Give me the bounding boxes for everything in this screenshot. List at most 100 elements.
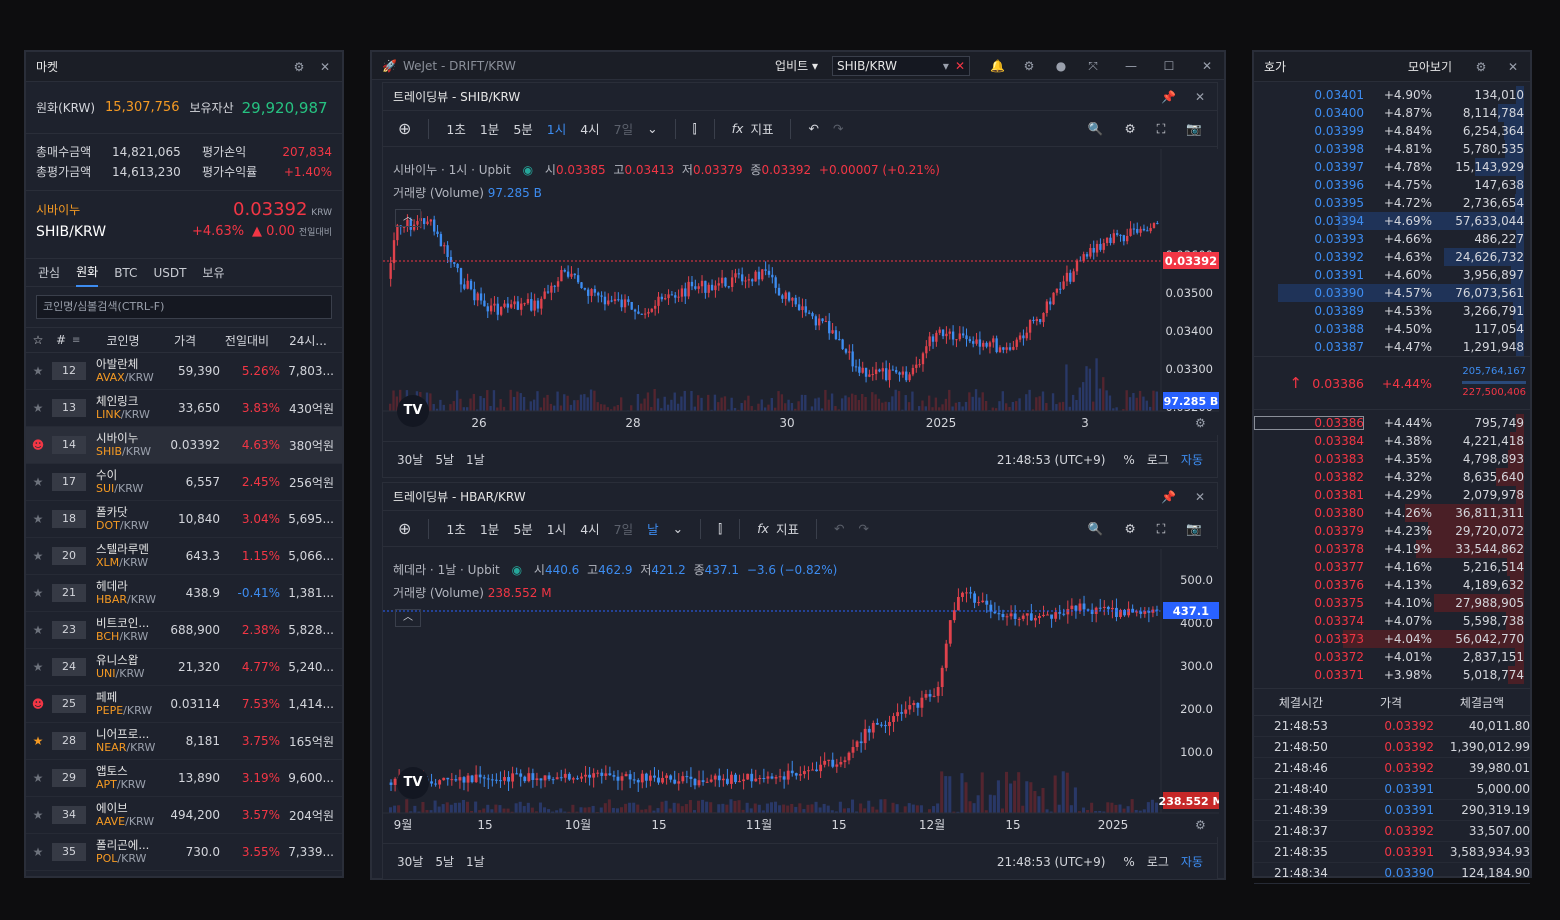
ask-row[interactable]: 0.03393 +4.66% 486,227 [1254, 230, 1530, 248]
col-num[interactable]: # [50, 333, 72, 347]
col-change[interactable]: 전일대비 [216, 332, 278, 349]
zoom-icon[interactable]: 🔍 [1088, 121, 1104, 137]
close-icon[interactable]: ✕ [1200, 59, 1214, 73]
bid-row[interactable]: 0.03376 +4.13% 4,189,632 [1254, 576, 1530, 594]
ask-row[interactable]: 0.03389 +4.53% 3,266,791 [1254, 302, 1530, 320]
percent-toggle[interactable]: % [1123, 855, 1134, 869]
zoom-icon[interactable]: 🔍 [1088, 521, 1104, 537]
ask-row[interactable]: 0.03392 +4.63% 24,626,732 [1254, 248, 1530, 266]
star-icon[interactable]: ★ [26, 364, 50, 378]
bid-row[interactable]: 0.03378 +4.19% 33,544,862 [1254, 540, 1530, 558]
settings-icon[interactable]: ⚙ [1124, 121, 1135, 136]
clear-icon[interactable]: ✕ [955, 57, 965, 75]
fullscreen-icon[interactable]: ⛶ [1157, 121, 1166, 137]
dropdown-icon[interactable]: ▾ [943, 57, 949, 75]
bid-row[interactable]: 0.03382 +4.32% 8,635,640 [1254, 468, 1530, 486]
interval-7d[interactable]: 7일 [614, 519, 633, 538]
compress-icon[interactable]: ⤧ [1086, 59, 1100, 73]
ask-row[interactable]: 0.03401 +4.90% 134,010 [1254, 86, 1530, 104]
table-row[interactable]: ★ 29 앱토스 APT/KRW 13,890 3.19% 9,600... [26, 760, 342, 797]
table-row[interactable]: ★ 24 유니스왑 UNI/KRW 21,320 4.77% 5,240... [26, 649, 342, 686]
interval-4h[interactable]: 4시 [580, 519, 599, 538]
ask-row[interactable]: 0.03399 +4.84% 6,254,364 [1254, 122, 1530, 140]
table-row[interactable]: ★ 18 폴카닷 DOT/KRW 10,840 3.04% 5,695... [26, 501, 342, 538]
bid-row[interactable]: 0.03379 +4.23% 29,720,072 [1254, 522, 1530, 540]
table-row[interactable]: ★ 20 스텔라루멘 XLM/KRW 643.3 1.15% 5,066... [26, 538, 342, 575]
table-row[interactable]: ☻ 25 페페 PEPE/KRW 0.03114 7.53% 1,414... [26, 686, 342, 723]
bid-row[interactable]: 0.03380 +4.26% 36,811,311 [1254, 504, 1530, 522]
percent-toggle[interactable]: % [1123, 453, 1134, 467]
fullscreen-icon[interactable]: ⛶ [1157, 521, 1166, 537]
bid-row[interactable]: 0.03375 +4.10% 27,988,905 [1254, 594, 1530, 612]
col-volume[interactable]: 24시... [278, 332, 338, 349]
interval-1m[interactable]: 1분 [480, 519, 499, 538]
star-icon[interactable]: ★ [26, 549, 50, 563]
range-1d[interactable]: 1날 [466, 451, 485, 468]
range-30d[interactable]: 30날 [397, 451, 423, 468]
interval-1m[interactable]: 1분 [480, 119, 499, 138]
close-icon[interactable]: ✕ [1193, 490, 1207, 504]
close-icon[interactable]: ✕ [318, 60, 332, 74]
redo-icon[interactable]: ↷ [833, 121, 843, 136]
range-1d[interactable]: 1날 [466, 853, 485, 870]
collapse-legend-button[interactable]: ︿ [395, 209, 421, 227]
tab-holdings[interactable]: 보유 [202, 259, 224, 286]
bid-row[interactable]: 0.03383 +4.35% 4,798,893 [1254, 450, 1530, 468]
bid-row[interactable]: 0.03372 +4.01% 2,837,151 [1254, 648, 1530, 666]
pin-icon[interactable]: 📌 [1161, 90, 1176, 104]
undo-icon[interactable]: ↶ [808, 121, 818, 136]
collapse-legend-button[interactable]: ︿ [395, 609, 421, 627]
interval-7d[interactable]: 7일 [614, 119, 633, 138]
table-row[interactable]: ★ 34 에이브 AAVE/KRW 494,200 3.57% 204억원 [26, 797, 342, 834]
table-row[interactable]: ★ 21 헤데라 HBAR/KRW 438.9 -0.41% 1,381... [26, 575, 342, 612]
star-icon[interactable]: ★ [26, 660, 50, 674]
interval-1h[interactable]: 1시 [547, 519, 566, 538]
maximize-icon[interactable]: ☐ [1162, 59, 1176, 73]
auto-toggle[interactable]: 자동 [1181, 451, 1203, 468]
star-icon[interactable]: ★ [26, 808, 50, 822]
ask-row[interactable]: 0.03394 +4.69% 57,633,044 [1254, 212, 1530, 230]
fx-icon[interactable]: fx [732, 121, 744, 136]
chevron-down-icon[interactable]: ⌄ [673, 521, 683, 536]
interval-4h[interactable]: 4시 [580, 119, 599, 138]
camera-icon[interactable]: 📷 [1186, 521, 1202, 537]
fx-icon[interactable]: fx [757, 521, 769, 536]
gear-icon[interactable]: ⚙ [292, 60, 306, 74]
ask-row[interactable]: 0.03395 +4.72% 2,736,654 [1254, 194, 1530, 212]
star-icon[interactable]: ★ [26, 512, 50, 526]
chevron-down-icon[interactable]: ⌄ [647, 121, 657, 136]
range-5d[interactable]: 5날 [435, 853, 454, 870]
candle-icon[interactable]: ⫿ [718, 521, 722, 537]
log-toggle[interactable]: 로그 [1147, 853, 1169, 870]
range-30d[interactable]: 30날 [397, 853, 423, 870]
bid-row[interactable]: 0.03386 +4.44% 795,749 [1254, 414, 1530, 432]
interval-1h[interactable]: 1시 [547, 119, 566, 138]
exchange-select[interactable]: 업비트 ▾ [775, 57, 818, 74]
ask-row[interactable]: 0.03388 +4.50% 117,054 [1254, 320, 1530, 338]
undo-icon[interactable]: ↶ [834, 521, 844, 536]
bid-row[interactable]: 0.03373 +4.04% 56,042,770 [1254, 630, 1530, 648]
ask-row[interactable]: 0.03387 +4.47% 1,291,948 [1254, 338, 1530, 356]
table-row[interactable]: ★ 17 수이 SUI/KRW 6,557 2.45% 256억원 [26, 464, 342, 501]
sort-icon[interactable]: ≡ [72, 335, 92, 346]
col-price[interactable]: 가격 [154, 332, 216, 349]
indicator-button[interactable]: 지표 [750, 119, 773, 138]
auto-toggle[interactable]: 자동 [1181, 853, 1203, 870]
table-row[interactable]: ☻ 14 시바이누 SHIB/KRW 0.03392 4.63% 380억원 [26, 427, 342, 464]
settings-icon[interactable]: ⚙ [1124, 521, 1135, 536]
tab-krw[interactable]: 원화 [76, 258, 99, 287]
bid-row[interactable]: 0.03381 +4.29% 2,079,978 [1254, 486, 1530, 504]
tab-watch[interactable]: 관심 [38, 259, 60, 286]
redo-icon[interactable]: ↷ [858, 521, 868, 536]
star-icon[interactable]: ★ [26, 586, 50, 600]
interval-1s[interactable]: 1초 [446, 519, 465, 538]
table-row[interactable]: ★ 23 비트코인... BCH/KRW 688,900 2.38% 5,828.… [26, 612, 342, 649]
close-icon[interactable]: ✕ [1193, 90, 1207, 104]
star-icon[interactable]: ★ [26, 623, 50, 637]
star-icon[interactable]: ★ [26, 734, 50, 748]
tab-btc[interactable]: BTC [114, 261, 137, 285]
bid-row[interactable]: 0.03377 +4.16% 5,216,514 [1254, 558, 1530, 576]
minimize-icon[interactable]: — [1124, 59, 1138, 73]
ask-row[interactable]: 0.03396 +4.75% 147,638 [1254, 176, 1530, 194]
col-name[interactable]: 코인명 [92, 332, 154, 349]
